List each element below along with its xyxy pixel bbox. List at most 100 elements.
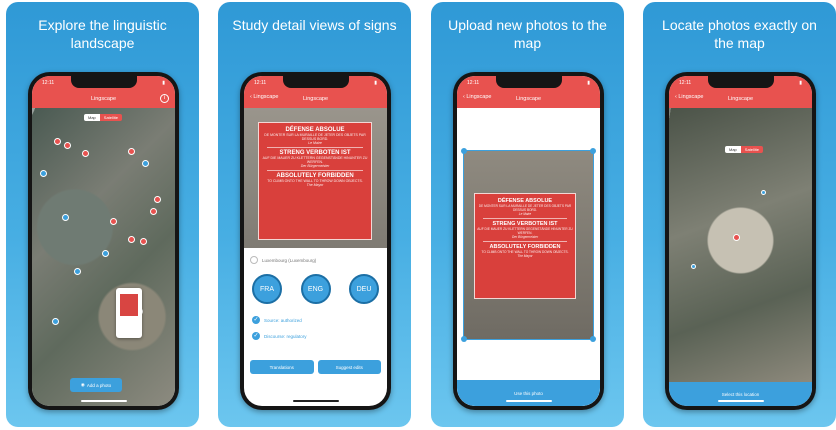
select-location-label: Select this location: [721, 391, 760, 397]
sign-photo[interactable]: DÉFENSE ABSOLUE DE MONTER SUR LA MURAILL…: [244, 108, 387, 248]
status-time: 12:11: [254, 80, 267, 86]
check-source-label: Source: authorized: [264, 317, 302, 323]
check-icon: ✓: [252, 316, 260, 324]
status-time: 12:11: [467, 80, 480, 86]
status-time: 12:11: [42, 80, 55, 86]
notch: [282, 76, 349, 88]
location-marker[interactable]: [733, 234, 740, 241]
crop-handle[interactable]: [590, 336, 596, 342]
camera-icon: ◉: [80, 382, 85, 387]
sign-fr-body: DE MONTER SUR LA MURAILLE DE JETER DES O…: [478, 204, 572, 212]
sign-fr-signature: Le Maire: [518, 212, 532, 216]
nav-title: Lingscape: [515, 96, 542, 102]
map-pin[interactable]: [128, 236, 135, 243]
panel-caption: Study detail views of signs: [232, 17, 397, 33]
map-pin[interactable]: [150, 208, 157, 215]
screenshot-panel-detail: Study detail views of signs 12:11 ▮ ‹ Li…: [218, 2, 411, 427]
nav-bar: Lingscape i: [32, 90, 175, 108]
language-eng[interactable]: ENG: [300, 274, 331, 304]
map-pin[interactable]: [54, 138, 61, 145]
notch: [495, 76, 562, 88]
map-type-toggle[interactable]: Map Satellite: [84, 114, 123, 121]
sign-image: DÉFENSE ABSOLUE DE MONTER SUR LA MURAILL…: [474, 193, 576, 299]
screenshot-panel-locate: Locate photos exactly on the map 12:11 ▮…: [643, 2, 836, 427]
language-row: FRA ENG DEU: [252, 274, 379, 304]
status-time: 12:11: [679, 80, 692, 86]
language-fra[interactable]: FRA: [252, 274, 282, 304]
home-indicator: [717, 400, 764, 402]
home-indicator: [505, 400, 552, 402]
phone-screen: 12:11 ▮ ‹ Lingscape Lingscape DÉFENSE AB…: [244, 76, 387, 406]
battery-icon: ▮: [162, 80, 165, 86]
home-indicator: [80, 400, 127, 402]
nav-bar: ‹ Lingscape Lingscape: [244, 90, 387, 108]
language-deu[interactable]: DEU: [349, 274, 379, 304]
nav-title: Lingscape: [302, 96, 329, 102]
use-photo-button[interactable]: Use this photo: [457, 380, 600, 406]
map-pin[interactable]: [691, 264, 696, 269]
map-pin[interactable]: [40, 170, 47, 177]
map-pin[interactable]: [128, 148, 135, 155]
toggle-map[interactable]: Map: [84, 114, 100, 121]
map-pin[interactable]: [110, 218, 117, 225]
map-type-toggle[interactable]: Map Satellite: [725, 146, 764, 153]
map-pin[interactable]: [64, 142, 71, 149]
map-pin[interactable]: [52, 318, 59, 325]
location-pin-icon: [250, 256, 258, 264]
add-photo-button[interactable]: ◉ Add a photo: [70, 378, 122, 392]
map-pin[interactable]: [140, 238, 147, 245]
sign-en-signature: The Mayor: [517, 254, 533, 258]
map-pin[interactable]: [142, 160, 149, 167]
toggle-satellite[interactable]: Satellite: [740, 146, 764, 153]
sign-de-signature: Der Bürgermeister: [511, 235, 539, 239]
battery-icon: ▮: [799, 80, 802, 86]
crop-handle[interactable]: [461, 336, 467, 342]
back-button[interactable]: ‹ Lingscape: [463, 94, 491, 100]
crop-handle[interactable]: [590, 148, 596, 154]
check-icon: ✓: [252, 332, 260, 340]
nav-title: Lingscape: [727, 96, 754, 102]
location-label: Luxembourg (Luxembourg): [262, 257, 317, 263]
photo-preview-card[interactable]: [116, 288, 142, 338]
panel-caption: Locate photos exactly on the map: [662, 17, 817, 51]
nav-bar: ‹ Lingscape Lingscape: [669, 90, 812, 108]
check-discourse: ✓ Discourse: regulatory: [252, 332, 307, 340]
map-pin[interactable]: [102, 250, 109, 257]
sign-thumbnail: [120, 294, 138, 316]
nav-title: Lingscape: [90, 96, 117, 102]
back-button[interactable]: ‹ Lingscape: [250, 94, 278, 100]
location-row[interactable]: Luxembourg (Luxembourg): [250, 254, 381, 266]
satellite-map[interactable]: Map Satellite: [669, 108, 812, 384]
phone-frame: 12:11 ▮ ‹ Lingscape Lingscape DÉFENSE AB…: [240, 72, 391, 410]
map-pin[interactable]: [154, 196, 161, 203]
back-button[interactable]: ‹ Lingscape: [675, 94, 703, 100]
toggle-map[interactable]: Map: [725, 146, 741, 153]
sign-de-signature: Der Bürgermeister: [300, 164, 330, 168]
battery-icon: ▮: [587, 80, 590, 86]
nav-bar: ‹ Lingscape Lingscape: [457, 90, 600, 108]
panel-caption: Explore the linguistic landscape: [38, 17, 167, 51]
home-indicator: [292, 400, 339, 402]
sign-de-body: AUF DIE MAUER ZU KLETTERN GEGENSTÄNDE HI…: [477, 227, 573, 235]
translations-button[interactable]: Translations: [250, 360, 314, 374]
back-label: Lingscape: [678, 94, 704, 100]
map-pin[interactable]: [82, 150, 89, 157]
select-location-button[interactable]: Select this location: [669, 382, 812, 406]
back-label: Lingscape: [253, 94, 279, 100]
map-pin[interactable]: [74, 268, 81, 275]
satellite-map[interactable]: Map Satellite: [32, 108, 175, 406]
suggest-edits-button[interactable]: Suggest edits: [317, 360, 381, 374]
map-pin[interactable]: [62, 214, 69, 221]
phone-screen: 12:11 ▮ Lingscape i Map Satellite ◉ Add …: [32, 76, 175, 406]
check-source: ✓ Source: authorized: [252, 316, 302, 324]
crop-handle[interactable]: [461, 148, 467, 154]
info-icon[interactable]: i: [160, 94, 169, 103]
phone-frame: 12:11 ▮ Lingscape i Map Satellite ◉ Add …: [28, 72, 179, 410]
notch: [70, 76, 137, 88]
map-pin[interactable]: [761, 190, 766, 195]
action-buttons: Translations Suggest edits: [250, 360, 381, 374]
toggle-satellite[interactable]: Satellite: [99, 114, 123, 121]
crop-frame[interactable]: DÉFENSE ABSOLUE DE MONTER SUR LA MURAILL…: [461, 148, 596, 342]
phone-frame: 12:11 ▮ ‹ Lingscape Lingscape Map Satell…: [665, 72, 816, 410]
check-discourse-label: Discourse: regulatory: [264, 333, 307, 339]
